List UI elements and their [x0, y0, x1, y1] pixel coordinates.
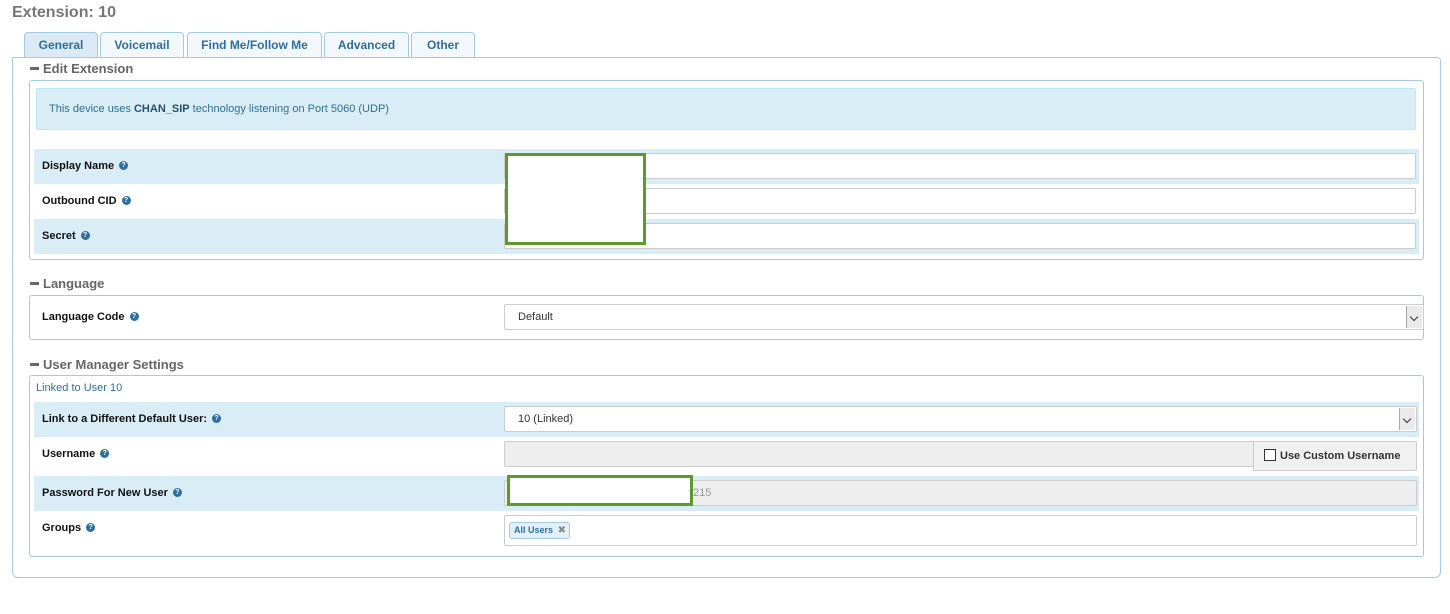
- section-edit-extension-header[interactable]: Edit Extension: [30, 61, 133, 76]
- select-value: 10 (Linked): [518, 413, 574, 425]
- language-code-row: Language Code? Default: [34, 300, 1424, 335]
- default-user-row: Link to a Different Default User:? 10 (L…: [34, 402, 1419, 437]
- help-icon[interactable]: ?: [80, 230, 90, 240]
- username-row: Username? Use Custom Username: [34, 437, 1419, 472]
- label-text: Link to a Different Default User:: [42, 413, 208, 425]
- section-title: User Manager Settings: [43, 357, 184, 372]
- display-name-row: Display Name?: [34, 149, 1419, 184]
- groups-label: Groups?: [42, 511, 96, 546]
- alert-text-suffix: technology listening on Port 5060 (UDP): [189, 103, 389, 115]
- custom-username-checkbox[interactable]: [1264, 449, 1276, 461]
- alert-technology: CHAN_SIP: [133, 103, 190, 115]
- collapse-icon: [30, 282, 39, 286]
- label-text: Groups: [42, 522, 82, 534]
- redaction-box: [505, 153, 646, 245]
- alert-text-prefix: This device uses: [49, 103, 134, 115]
- label-text: Outbound CID: [42, 195, 117, 207]
- custom-username-label: Use Custom Username: [1280, 450, 1401, 462]
- username-label: Username?: [42, 437, 110, 472]
- collapse-icon: [30, 363, 39, 367]
- technology-info-alert: This device uses CHAN_SIP technology lis…: [36, 88, 1416, 130]
- help-icon[interactable]: ?: [100, 448, 110, 458]
- select-value: Default: [518, 311, 553, 323]
- display-name-label: Display Name?: [42, 149, 129, 184]
- label-text: Secret: [42, 230, 76, 242]
- remove-icon[interactable]: ✖: [558, 523, 566, 538]
- help-icon[interactable]: ?: [172, 487, 182, 497]
- groups-row: Groups? All Users ✖: [34, 511, 1419, 546]
- password-label: Password For New User?: [42, 476, 182, 511]
- custom-username-toggle[interactable]: Use Custom Username: [1253, 441, 1417, 471]
- secret-label: Secret?: [42, 219, 90, 254]
- section-title: Edit Extension: [43, 61, 134, 76]
- password-row: Password For New User? 215: [34, 476, 1419, 511]
- section-title: Language: [43, 276, 105, 291]
- tab-general[interactable]: General: [24, 32, 98, 59]
- language-box: Language Code? Default: [29, 295, 1424, 340]
- help-icon[interactable]: ?: [129, 311, 139, 321]
- chevron-down-icon[interactable]: [1406, 306, 1422, 328]
- label-text: Display Name: [42, 160, 115, 172]
- default-user-select[interactable]: 10 (Linked): [504, 406, 1417, 432]
- label-text: Username: [42, 448, 96, 460]
- tab-voicemail[interactable]: Voicemail: [100, 32, 184, 58]
- default-user-label: Link to a Different Default User:?: [42, 402, 222, 437]
- language-code-select[interactable]: Default: [504, 304, 1424, 330]
- label-text: Language Code: [42, 311, 125, 323]
- section-user-manager-header[interactable]: User Manager Settings: [30, 357, 184, 372]
- group-chip-label: All Users: [514, 525, 554, 535]
- help-icon[interactable]: ?: [212, 413, 222, 423]
- help-icon[interactable]: ?: [121, 195, 131, 205]
- tab-advanced[interactable]: Advanced: [324, 32, 409, 58]
- chevron-down-icon[interactable]: [1399, 408, 1415, 430]
- page-title: Extension: 10: [12, 4, 117, 21]
- help-icon[interactable]: ?: [119, 160, 129, 170]
- tab-find-me-follow-me[interactable]: Find Me/Follow Me: [187, 32, 322, 58]
- user-manager-box: Linked to User 10 Link to a Different De…: [29, 375, 1424, 557]
- edit-extension-box: This device uses CHAN_SIP technology lis…: [29, 80, 1424, 260]
- collapse-icon: [30, 67, 39, 71]
- username-input[interactable]: [504, 441, 1254, 467]
- language-code-label: Language Code?: [42, 300, 139, 335]
- group-chip[interactable]: All Users ✖: [509, 522, 571, 539]
- section-language-header[interactable]: Language: [30, 276, 104, 291]
- outbound-cid-label: Outbound CID?: [42, 184, 131, 219]
- groups-multiselect[interactable]: All Users ✖: [504, 515, 1417, 546]
- tab-other[interactable]: Other: [411, 32, 475, 58]
- linked-user-link[interactable]: Linked to User 10: [36, 382, 122, 394]
- label-text: Password For New User: [42, 487, 168, 499]
- help-icon[interactable]: ?: [86, 522, 96, 532]
- secret-row: Secret?: [34, 219, 1419, 254]
- outbound-cid-row: Outbound CID?: [34, 184, 1419, 219]
- redaction-box: [507, 475, 693, 506]
